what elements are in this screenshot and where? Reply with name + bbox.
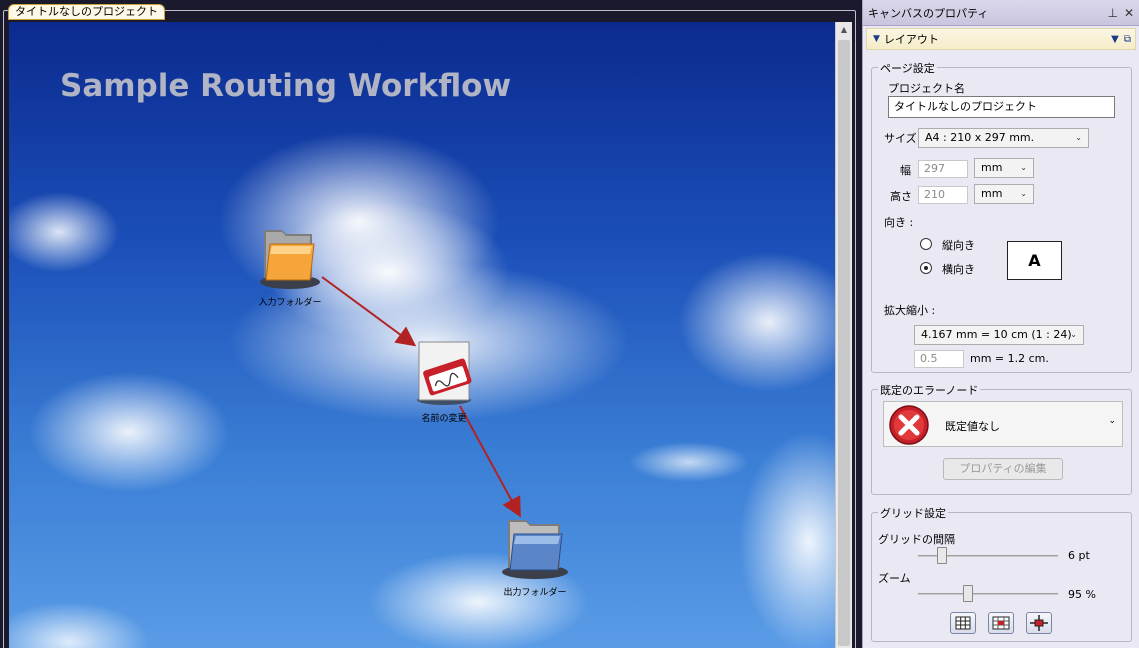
scrollbar-thumb[interactable]: [838, 40, 850, 646]
height-label: 高さ: [890, 190, 912, 203]
group-title: 既定のエラーノード: [878, 382, 981, 398]
width-unit-value: mm: [981, 161, 1003, 174]
portrait-radio[interactable]: [920, 238, 932, 250]
document-tab[interactable]: タイトルなしのプロジェクト: [8, 4, 165, 20]
chevron-down-icon: ⌄: [1020, 163, 1027, 172]
chevron-down-icon: ⌄: [1020, 189, 1027, 198]
zoom-label: ズーム: [878, 572, 911, 585]
rename-tag-icon: [417, 341, 472, 405]
zoom-value: 95 %: [1068, 588, 1096, 601]
pin-icon[interactable]: ⊥: [1107, 6, 1117, 20]
project-name-input[interactable]: タイトルなしのプロジェクト: [888, 96, 1115, 118]
zoom-slider-thumb[interactable]: [963, 585, 973, 602]
layout-section-header[interactable]: ▼ レイアウト ▼ ⧉: [866, 28, 1136, 50]
canvas-properties-panel: キャンバスのプロパティ ⊥ ✕ ▼ レイアウト ▼ ⧉ ページ設定 プロジェクト…: [862, 0, 1139, 648]
height-input[interactable]: 210: [918, 186, 968, 204]
landscape-label[interactable]: 横向き: [942, 261, 975, 277]
error-x-icon: [889, 405, 929, 445]
error-node-value: 既定値なし: [945, 420, 1000, 433]
landscape-radio[interactable]: [920, 262, 932, 274]
scale-select[interactable]: 4.167 mm = 10 cm (1 : 24) ⌄: [914, 325, 1084, 345]
node-label: 入力フォルダー: [258, 298, 322, 308]
scale-value: 4.167 mm = 10 cm (1 : 24): [921, 328, 1072, 341]
scale-unit-text: mm = 1.2 cm.: [970, 352, 1049, 365]
input-folder-icon: [260, 230, 320, 289]
size-label: サイズ: [884, 132, 917, 145]
node-input-folder[interactable]: 入力フォルダー: [235, 224, 345, 308]
width-unit-select[interactable]: mm ⌄: [974, 158, 1034, 178]
node-output-folder[interactable]: 出力フォルダー: [480, 514, 590, 598]
group-title: ページ設定: [878, 60, 937, 76]
node-rename[interactable]: 名前の変更: [389, 340, 499, 424]
canvas-vertical-scrollbar[interactable]: ▲: [835, 22, 852, 648]
node-label: 出力フォルダー: [503, 588, 567, 598]
orientation-preview: A: [1007, 241, 1062, 280]
dropdown-arrow-icon[interactable]: ▼: [1111, 34, 1119, 45]
snap-grid-icon: [992, 616, 1010, 630]
error-node-select[interactable]: 既定値なし ⌄: [883, 401, 1123, 447]
align-icon: [1030, 615, 1048, 631]
chevron-down-icon: ⌄: [1108, 416, 1116, 426]
panel-titlebar: キャンバスのプロパティ ⊥ ✕: [863, 0, 1139, 26]
close-icon[interactable]: ✕: [1124, 6, 1134, 20]
popout-icon[interactable]: ⧉: [1124, 34, 1131, 45]
chevron-down-icon: ⌄: [1070, 330, 1077, 339]
connections-layer: [321, 276, 521, 518]
align-button[interactable]: [1026, 612, 1052, 634]
scale-label: 拡大縮小 :: [884, 304, 936, 317]
orientation-preview-letter: A: [1028, 251, 1041, 270]
portrait-label[interactable]: 縦向き: [942, 237, 975, 253]
default-error-node-group: 既定のエラーノード 既定値なし ⌄ プロパティの編集: [871, 382, 1132, 495]
width-label: 幅: [900, 164, 911, 177]
grid-spacing-slider-thumb[interactable]: [937, 547, 947, 564]
edit-properties-button[interactable]: プロパティの編集: [943, 458, 1063, 480]
workflow-canvas[interactable]: Sample Routing Workflow 入力フォルダー 名前の変更 出力…: [9, 22, 835, 648]
group-title: グリッド設定: [878, 505, 948, 521]
chevron-down-icon: ⌄: [1075, 133, 1082, 142]
height-unit-select[interactable]: mm ⌄: [974, 184, 1034, 204]
grid-spacing-label: グリッドの間隔: [878, 533, 955, 546]
height-unit-value: mm: [981, 187, 1003, 200]
grid-settings-group: グリッド設定 グリッドの間隔 6 pt ズーム 95 %: [871, 505, 1132, 642]
scroll-up-icon[interactable]: ▲: [838, 24, 850, 36]
width-input[interactable]: 297: [918, 160, 968, 178]
size-select[interactable]: A4 : 210 x 297 mm. ⌄: [918, 128, 1089, 148]
project-name-label: プロジェクト名: [888, 82, 965, 95]
orientation-label: 向き :: [884, 216, 914, 229]
grid-spacing-value: 6 pt: [1068, 549, 1090, 562]
node-label: 名前の変更: [421, 414, 467, 424]
output-folder-icon: [502, 520, 568, 579]
section-title: レイアウト: [883, 33, 939, 46]
grid-icon: [955, 616, 971, 630]
collapse-triangle-icon[interactable]: ▼: [873, 34, 880, 44]
snap-to-grid-button[interactable]: [988, 612, 1014, 634]
scale-input[interactable]: 0.5: [914, 350, 964, 368]
page-settings-group: ページ設定 プロジェクト名 タイトルなしのプロジェクト サイズ A4 : 210…: [871, 60, 1132, 373]
panel-title: キャンバスのプロパティ: [868, 6, 989, 20]
zoom-slider-track[interactable]: [918, 593, 1058, 595]
document-frame: タイトルなしのプロジェクト Sample Routing Workflow 入力…: [0, 0, 862, 648]
app-root: タイトルなしのプロジェクト Sample Routing Workflow 入力…: [0, 0, 1139, 648]
show-grid-button[interactable]: [950, 612, 976, 634]
size-value: A4 : 210 x 297 mm.: [925, 131, 1035, 144]
